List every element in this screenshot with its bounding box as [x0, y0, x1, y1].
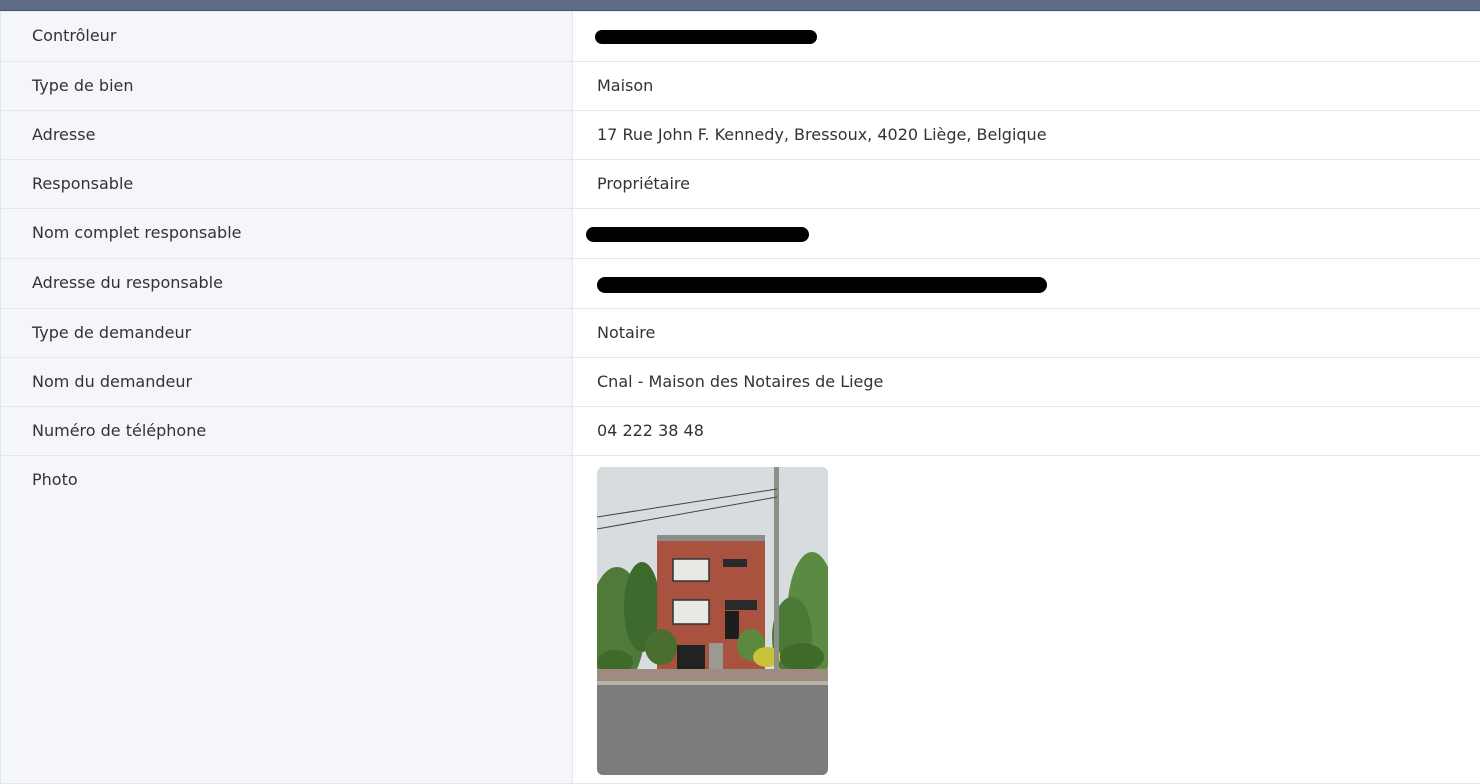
- redacted-value-adresse-responsable: [573, 259, 1480, 308]
- table-row: Contrôleur: [1, 12, 1480, 62]
- table-row: Responsable Propriétaire: [1, 160, 1480, 209]
- value-type-de-demandeur: Notaire: [573, 309, 1480, 344]
- header-bar: [0, 0, 1480, 11]
- label-telephone: Numéro de téléphone: [1, 407, 572, 442]
- value-nom-du-demandeur: Cnal - Maison des Notaires de Liege: [573, 358, 1480, 393]
- label-adresse-du-responsable: Adresse du responsable: [1, 259, 572, 294]
- value-responsable: Propriétaire: [573, 160, 1480, 195]
- table-row: Photo: [1, 456, 1480, 784]
- table-row: Nom complet responsable: [1, 209, 1480, 259]
- label-photo: Photo: [1, 456, 572, 491]
- label-type-de-bien: Type de bien: [1, 62, 572, 97]
- label-adresse: Adresse: [1, 111, 572, 146]
- redacted-value-controleur: [573, 12, 1480, 61]
- redacted-value-nom-complet: [573, 209, 1480, 258]
- table-row: Adresse 17 Rue John F. Kennedy, Bressoux…: [1, 111, 1480, 160]
- value-type-de-bien: Maison: [573, 62, 1480, 97]
- table-row: Type de demandeur Notaire: [1, 309, 1480, 358]
- details-table: Contrôleur Type de bien Maison Adresse 1…: [0, 11, 1480, 784]
- table-row: Type de bien Maison: [1, 62, 1480, 111]
- table-row: Adresse du responsable: [1, 259, 1480, 309]
- value-adresse: 17 Rue John F. Kennedy, Bressoux, 4020 L…: [573, 111, 1480, 146]
- table-row: Nom du demandeur Cnal - Maison des Notai…: [1, 358, 1480, 407]
- house-photo[interactable]: [597, 467, 828, 775]
- label-type-de-demandeur: Type de demandeur: [1, 309, 572, 344]
- label-controleur: Contrôleur: [1, 12, 572, 47]
- label-nom-complet-responsable: Nom complet responsable: [1, 209, 572, 244]
- value-telephone: 04 222 38 48: [573, 407, 1480, 442]
- label-nom-du-demandeur: Nom du demandeur: [1, 358, 572, 393]
- label-responsable: Responsable: [1, 160, 572, 195]
- table-row: Numéro de téléphone 04 222 38 48: [1, 407, 1480, 456]
